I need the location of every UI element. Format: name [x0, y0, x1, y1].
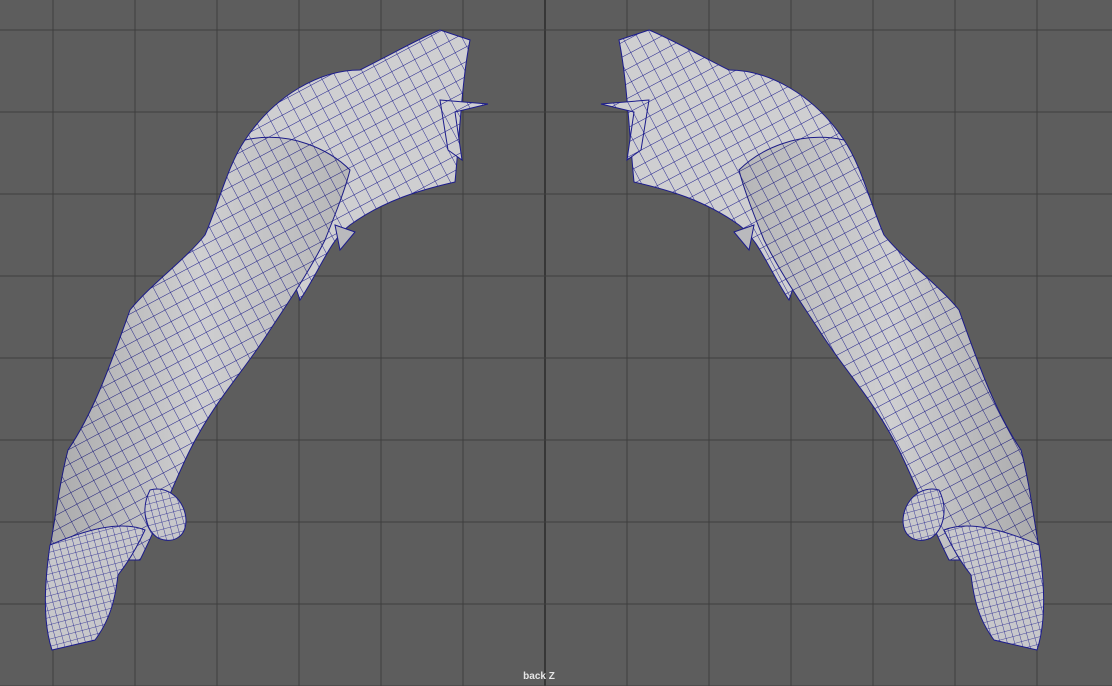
- left-arm-mesh[interactable]: [44, 29, 489, 651]
- camera-label: back Z: [523, 671, 555, 682]
- viewport-canvas[interactable]: [0, 0, 1112, 686]
- viewport-back-camera[interactable]: back Z: [0, 0, 1112, 686]
- right-arm-mesh[interactable]: [600, 29, 1045, 651]
